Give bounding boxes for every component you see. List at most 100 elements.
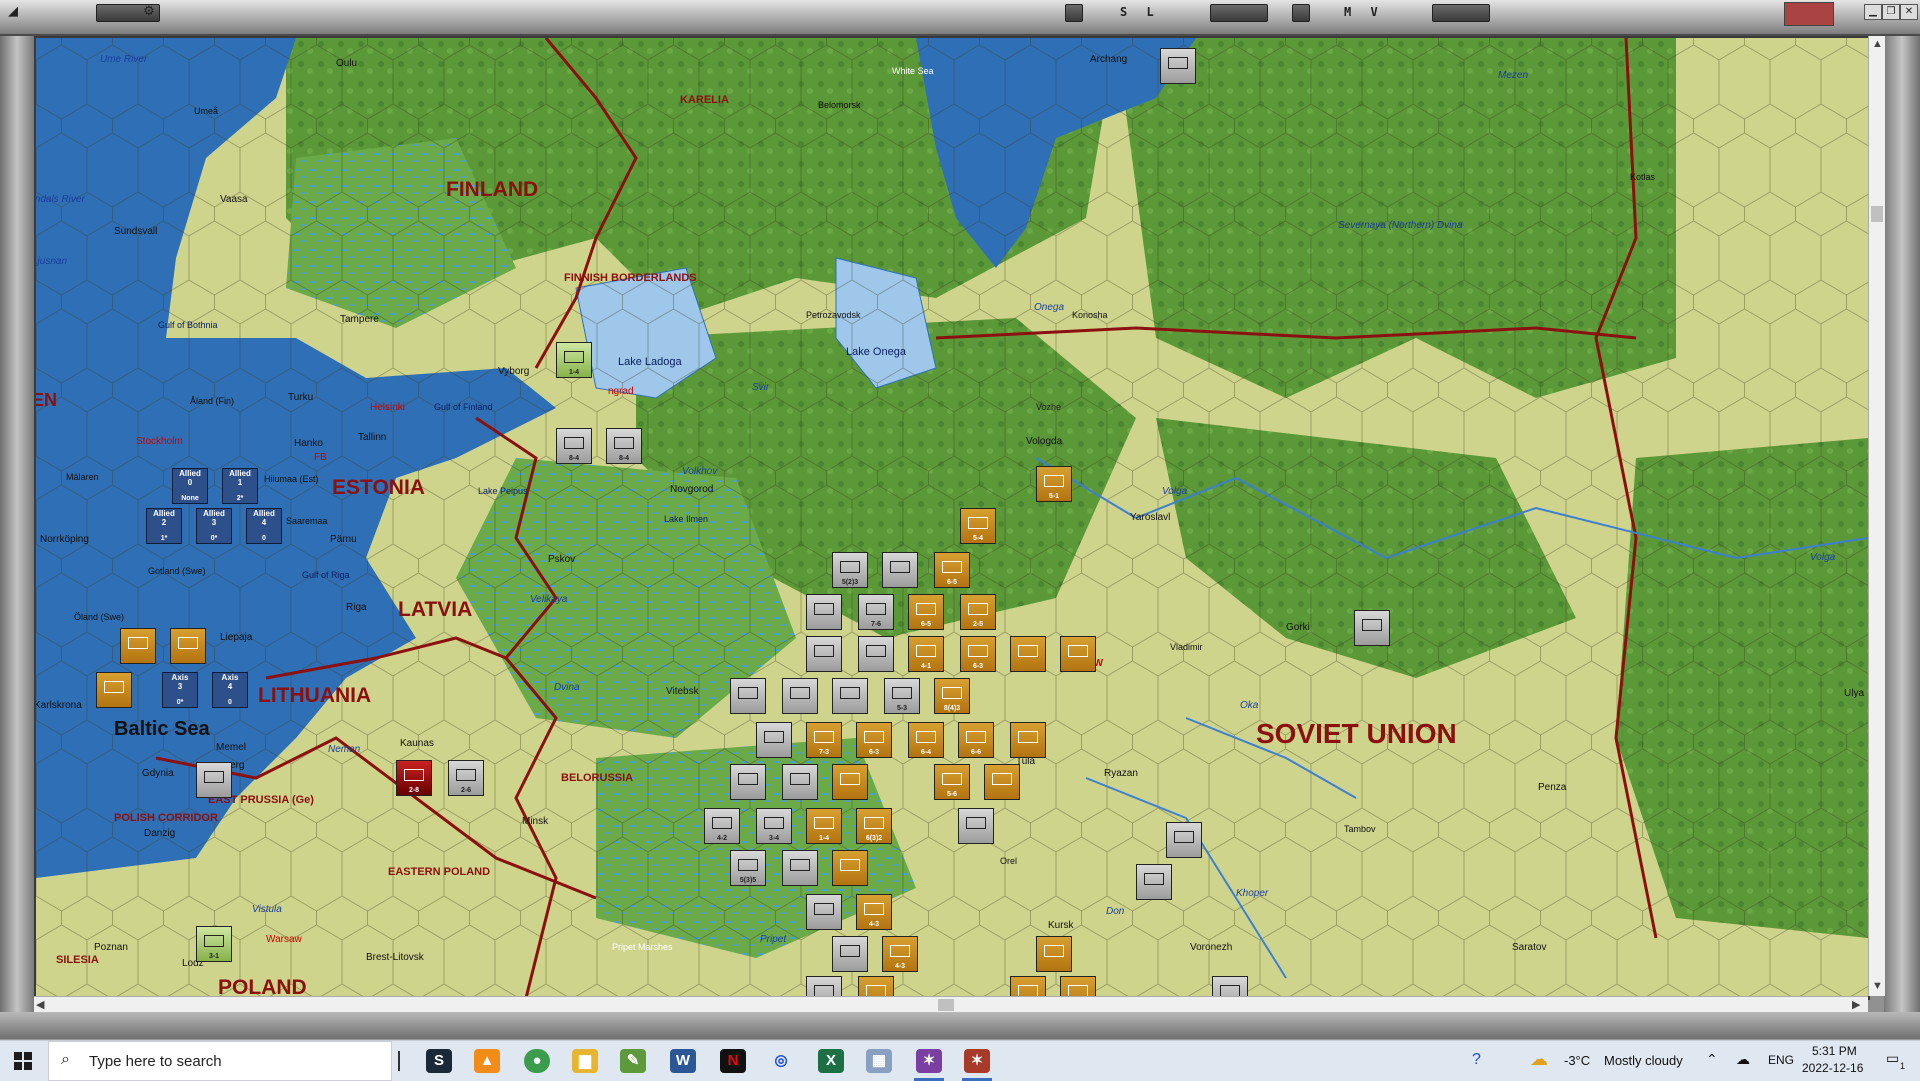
grip-icon[interactable]: ◢ — [4, 2, 22, 20]
file-explorer-icon[interactable]: ▆ — [572, 1049, 598, 1073]
unit-counter[interactable] — [730, 764, 766, 800]
unit-counter[interactable] — [1160, 48, 1196, 84]
notepad-icon[interactable]: ✎ — [620, 1049, 646, 1073]
flag-icon[interactable] — [1784, 2, 1834, 26]
scroll-right-icon[interactable]: ▶ — [1852, 998, 1860, 1011]
naval-box[interactable]: Axis 4 0 — [212, 672, 248, 708]
weather-desc[interactable]: Mostly cloudy — [1604, 1053, 1683, 1068]
naval-box[interactable]: Allied 2 1* — [146, 508, 182, 544]
unit-counter[interactable]: 8-4 — [606, 428, 642, 464]
unit-counter[interactable] — [96, 672, 132, 708]
unit-counter[interactable]: 4-2 — [704, 808, 740, 844]
naval-box[interactable]: Allied 1 2* — [222, 468, 258, 504]
unit-counter[interactable]: 8-4 — [556, 428, 592, 464]
unit-counter[interactable]: 5-6 — [934, 764, 970, 800]
unit-counter[interactable]: 3-4 — [756, 808, 792, 844]
naval-box[interactable]: Axis 3 0* — [162, 672, 198, 708]
unit-counter[interactable] — [806, 894, 842, 930]
unit-counter[interactable]: 5(2)3 — [832, 552, 868, 588]
unit-counter[interactable]: 7-3 — [806, 722, 842, 758]
unit-counter[interactable]: 4-3 — [856, 894, 892, 930]
unit-counter[interactable]: 4-1 — [908, 636, 944, 672]
network-icon[interactable]: ☁ — [1736, 1051, 1750, 1068]
windows-start-icon[interactable] — [14, 1052, 32, 1070]
game-icon[interactable]: ✶ — [916, 1049, 942, 1073]
scroll-up-icon[interactable]: ▲ — [1872, 38, 1883, 50]
taskbar-search-box[interactable]: ⌕ Type here to search — [48, 1041, 392, 1081]
unit-counter[interactable]: 6-3 — [960, 636, 996, 672]
unit-counter[interactable] — [1010, 722, 1046, 758]
unit-counter[interactable]: 6-5 — [934, 552, 970, 588]
unit-counter[interactable]: 2-5 — [960, 594, 996, 630]
task-view-icon[interactable] — [398, 1051, 400, 1071]
unit-counter[interactable] — [196, 762, 232, 798]
unit-counter[interactable] — [782, 678, 818, 714]
sl-panel-button[interactable] — [1210, 4, 1268, 22]
weather-icon[interactable]: ☁ — [1530, 1049, 1548, 1070]
app-icon[interactable]: ◎ — [768, 1049, 794, 1073]
unit-counter[interactable] — [958, 808, 994, 844]
unit-counter[interactable] — [806, 636, 842, 672]
vertical-scroll-thumb[interactable] — [1871, 206, 1883, 222]
game-icon[interactable]: ✶ — [964, 1049, 990, 1073]
excel-icon[interactable]: X — [818, 1049, 844, 1073]
vlc-icon[interactable]: ▲ — [474, 1049, 500, 1073]
unit-counter[interactable]: 6-6 — [958, 722, 994, 758]
chrome-icon[interactable]: ● — [524, 1049, 550, 1073]
weather-temp[interactable]: -3°C — [1564, 1053, 1590, 1068]
unit-counter[interactable] — [882, 552, 918, 588]
unit-counter[interactable] — [1166, 822, 1202, 858]
close-icon[interactable]: ✕ — [1900, 4, 1918, 20]
gear-icon[interactable]: ⚙ — [140, 2, 158, 20]
unit-counter[interactable]: 8(4)3 — [934, 678, 970, 714]
unit-counter[interactable]: 2-6 — [448, 760, 484, 796]
mv-panel-button[interactable] — [1432, 4, 1490, 22]
naval-box[interactable]: Allied 0 None — [172, 468, 208, 504]
unit-counter[interactable] — [782, 850, 818, 886]
horizontal-scrollbar[interactable]: ◀ ▶ — [34, 996, 1868, 1013]
unit-counter[interactable]: 2-8 — [396, 760, 432, 796]
unit-counter[interactable] — [832, 850, 868, 886]
unit-counter[interactable]: 5-1 — [1036, 466, 1072, 502]
unit-counter[interactable] — [1354, 610, 1390, 646]
unit-counter[interactable]: 1-4 — [556, 342, 592, 378]
unit-counter[interactable] — [170, 628, 206, 664]
calculator-icon[interactable]: ▦ — [866, 1049, 892, 1073]
unit-counter[interactable]: 6-3 — [856, 722, 892, 758]
language-indicator[interactable]: ENG — [1768, 1053, 1794, 1067]
scroll-down-icon[interactable]: ▼ — [1872, 980, 1883, 992]
unit-counter[interactable]: 5-4 — [960, 508, 996, 544]
unit-counter[interactable] — [1136, 864, 1172, 900]
clock-time[interactable]: 5:31 PM — [1812, 1044, 1857, 1058]
map-viewport[interactable]: FINLAND ESTONIA LATVIA LITHUANIA SOVIET … — [34, 36, 1870, 1000]
unit-counter[interactable]: 6(3)2 — [856, 808, 892, 844]
unit-counter[interactable]: 6-4 — [908, 722, 944, 758]
unit-counter[interactable]: 6-5 — [908, 594, 944, 630]
unit-counter[interactable] — [1036, 936, 1072, 972]
unit-counter[interactable] — [806, 594, 842, 630]
netflix-icon[interactable]: N — [720, 1049, 746, 1073]
unit-counter[interactable] — [832, 678, 868, 714]
unit-counter[interactable] — [756, 722, 792, 758]
horizontal-scroll-thumb[interactable] — [938, 999, 954, 1011]
unit-counter[interactable] — [832, 936, 868, 972]
clock-date[interactable]: 2022-12-16 — [1802, 1061, 1863, 1075]
steam-icon[interactable]: S — [426, 1049, 452, 1073]
chevron-up-icon[interactable]: ⌃ — [1706, 1051, 1718, 1068]
unit-counter[interactable] — [984, 764, 1020, 800]
vertical-scrollbar[interactable]: ▲ ▼ — [1868, 36, 1885, 996]
unit-counter[interactable] — [1060, 636, 1096, 672]
unit-counter[interactable] — [120, 628, 156, 664]
unit-counter[interactable]: 7-6 — [858, 594, 894, 630]
scroll-left-icon[interactable]: ◀ — [36, 998, 44, 1011]
sl-panel-handle[interactable] — [1065, 4, 1083, 22]
unit-counter[interactable] — [858, 636, 894, 672]
unit-counter[interactable]: 3-1 — [196, 926, 232, 962]
unit-counter[interactable]: 1-4 — [806, 808, 842, 844]
unit-counter[interactable] — [782, 764, 818, 800]
restore-icon[interactable]: ❐ — [1882, 4, 1900, 20]
naval-box[interactable]: Allied 4 0 — [246, 508, 282, 544]
unit-counter[interactable]: 4-3 — [882, 936, 918, 972]
unit-counter[interactable] — [730, 678, 766, 714]
unit-counter[interactable] — [1010, 636, 1046, 672]
